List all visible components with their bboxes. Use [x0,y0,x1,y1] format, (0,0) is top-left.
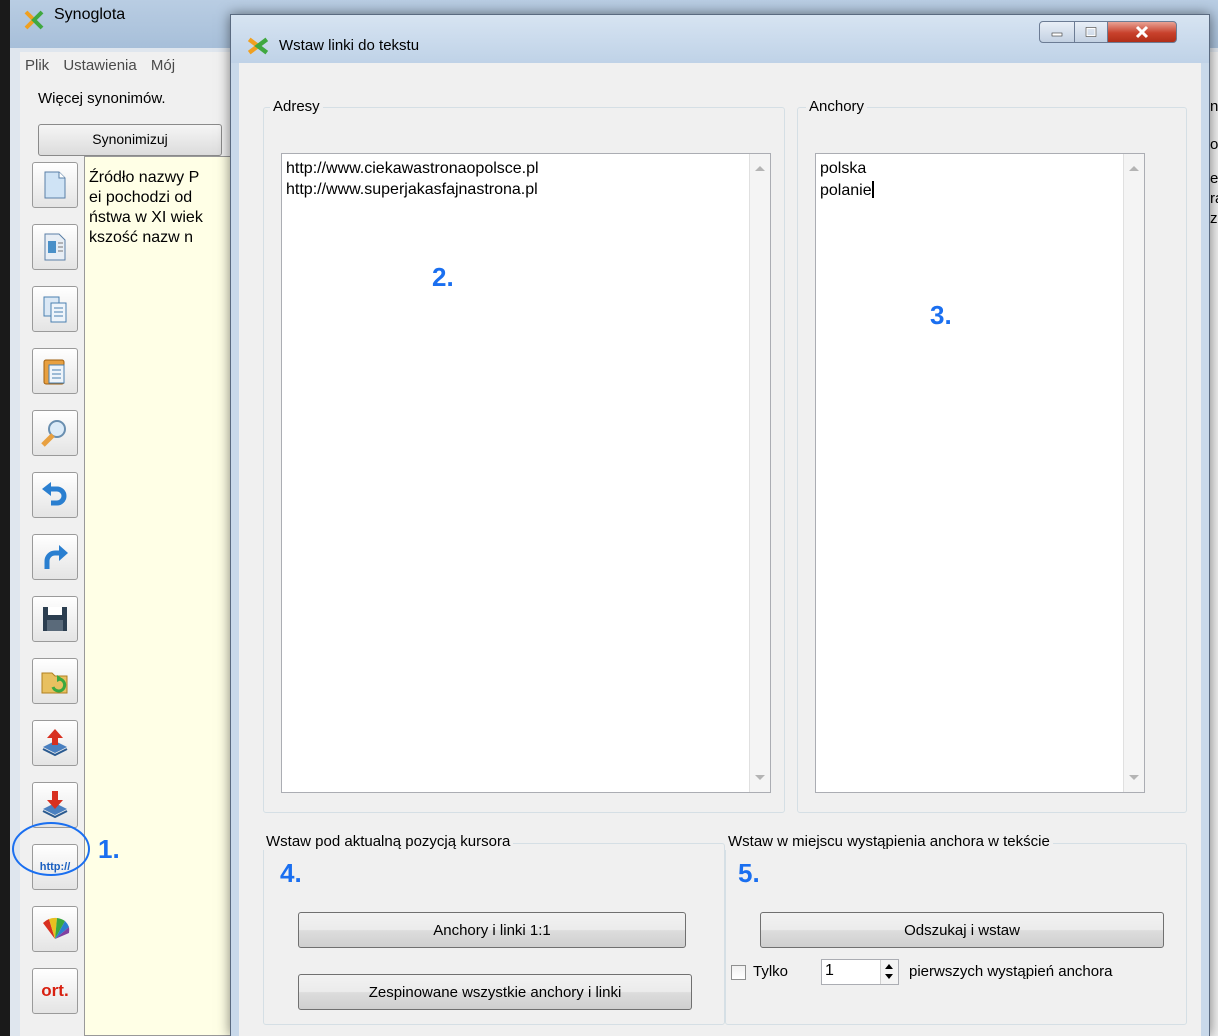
redo-button[interactable] [32,534,78,580]
spellcheck-button[interactable]: ort. [32,968,78,1014]
adresy-textarea[interactable]: http://www.ciekawastronaopolsce.pl http:… [281,153,771,793]
maximize-button[interactable] [1074,21,1108,43]
annotation-2: 2. [432,262,454,292]
insert-links-dialog: Wstaw linki do tekstu Adresy http://www.… [230,14,1210,1036]
open-folder-icon [41,672,68,694]
maximize-icon [1085,27,1097,37]
search-edit-button[interactable] [32,410,78,456]
search-edit-icon [41,420,66,447]
status-text: Więcej synonimów. [38,90,166,107]
anchory-group: Anchory polska polanie 3. [797,98,1187,813]
color-palette-button[interactable] [32,906,78,952]
anchory-line: polanie [820,181,874,200]
cursor-insert-label: Wstaw pod aktualną pozycją kursora [263,833,514,850]
editor-line: kszość nazw n [89,229,194,246]
anchory-textarea[interactable]: polska polanie [815,153,1145,793]
dialog-title: Wstaw linki do tekstu [279,37,420,54]
occurrence-suffix: pierwszych wystąpień anchora [909,963,1113,980]
minimize-button[interactable] [1039,21,1075,43]
download-button[interactable] [32,782,78,828]
scroll-down-icon[interactable] [755,775,765,780]
paste-icon [43,359,65,385]
scroll-up-icon[interactable] [1129,166,1139,171]
document-text-icon [44,233,66,261]
scroll-up-icon[interactable] [755,166,765,171]
scroll-down-icon[interactable] [1129,775,1139,780]
editor-line: ei pochodzi od [89,189,193,206]
synoglota-logo-icon [24,10,44,30]
copy-button[interactable] [32,286,78,332]
cursor-insert-group: Wstaw pod aktualną pozycją kursora 4. An… [263,833,725,1025]
peek-text: n [1210,98,1218,115]
adresy-line: http://www.superjakasfajnastrona.pl [286,181,538,198]
occurrence-count-spinner[interactable] [821,959,899,985]
save-button[interactable] [32,596,78,642]
peek-text: z [1210,210,1218,227]
spin-down-icon[interactable] [885,974,893,979]
adresy-group: Adresy http://www.ciekawastronaopolsce.p… [263,98,785,813]
menu-moj[interactable]: Mój [146,52,180,79]
anchory-line-text: polanie [820,182,872,199]
dialog-title-bar: Wstaw linki do tekstu [231,15,1209,63]
editor-line: ństwa w XI wiek [89,209,203,226]
anchory-label: Anchory [806,98,868,115]
annotation-circle [12,822,90,876]
peek-text: ra [1210,190,1218,207]
open-folder-button[interactable] [32,658,78,704]
save-icon [43,607,67,631]
peek-text: od [1210,136,1218,153]
anchory-scrollbar[interactable] [1123,154,1144,792]
annotation-4: 4. [280,858,302,888]
anchory-line: polska [820,160,867,177]
adresy-label: Adresy [270,98,323,115]
undo-icon [42,482,67,506]
new-document-icon [44,171,66,199]
menu-ustawienia[interactable]: Ustawienia [58,52,141,79]
spinner-buttons[interactable] [880,960,898,984]
paste-button[interactable] [32,348,78,394]
annotation-5: 5. [738,858,760,888]
side-toolbar: http:// ort. [30,162,82,1036]
adresy-line: http://www.ciekawastronaopolsce.pl [286,160,539,177]
text-caret [871,181,874,198]
anchor-insert-group: Wstaw w miejscu wystąpienia anchora w te… [725,833,1187,1025]
adresy-scrollbar[interactable] [749,154,770,792]
occurrence-count-input[interactable] [825,962,877,980]
download-icon [42,791,68,819]
minimize-icon [1051,32,1063,37]
main-window-title: Synoglota [54,6,126,23]
synoglota-logo-icon [247,37,269,55]
tylko-label: Tylko [753,963,789,980]
spellcheck-icon: ort. [41,981,69,1000]
copy-icon [43,296,67,323]
odszukaj-i-wstaw-button[interactable]: Odszukaj i wstaw [760,912,1164,948]
spin-up-icon[interactable] [885,964,893,969]
zespinowane-button[interactable]: Zespinowane wszystkie anchory i linki [298,974,692,1010]
dialog-client-area: Adresy http://www.ciekawastronaopolsce.p… [239,63,1201,1036]
upload-button[interactable] [32,720,78,766]
menu-plik[interactable]: Plik [20,52,54,79]
main-window-right-edge: n od er ra z [1210,80,1218,1036]
redo-icon [44,545,68,569]
editor-line: Źródło nazwy P [89,169,200,186]
anchor-insert-label: Wstaw w miejscu wystąpienia anchora w te… [725,833,1053,850]
document-text-button[interactable] [32,224,78,270]
close-button[interactable] [1107,21,1177,43]
anchors-links-1to1-button[interactable]: Anchory i linki 1:1 [298,912,686,948]
color-palette-icon [43,917,70,939]
new-document-button[interactable] [32,162,78,208]
undo-button[interactable] [32,472,78,518]
annotation-3: 3. [930,300,952,330]
upload-icon [42,729,68,757]
peek-text: er [1210,170,1218,187]
close-icon [1135,25,1149,39]
annotation-1: 1. [98,834,120,864]
tylko-checkbox[interactable] [731,965,746,980]
synonimizuj-button[interactable]: Synonimizuj [38,124,222,156]
